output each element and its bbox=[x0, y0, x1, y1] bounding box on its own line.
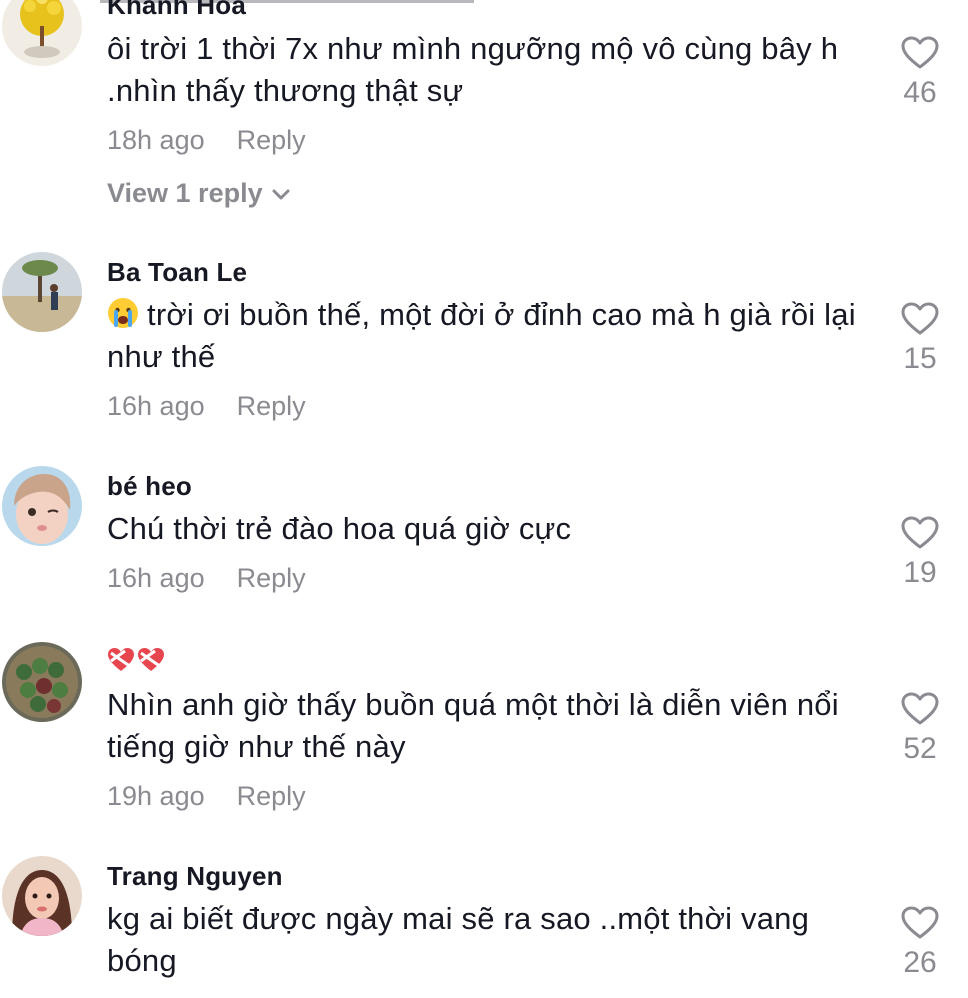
like-count: 15 bbox=[903, 342, 937, 375]
like-count: 52 bbox=[903, 732, 937, 765]
heart-outline-icon bbox=[901, 516, 939, 549]
like-count: 19 bbox=[903, 556, 937, 589]
like-button[interactable]: 46 bbox=[896, 36, 944, 110]
reply-button[interactable]: Reply bbox=[237, 563, 306, 593]
like-count: 46 bbox=[903, 76, 937, 109]
chevron-down-icon bbox=[272, 189, 290, 200]
avatar[interactable] bbox=[2, 856, 82, 936]
comment-text: Nhìn anh giờ thấy buồn quá một thời là d… bbox=[107, 687, 839, 764]
comment-meta: 19h ago Reply bbox=[107, 781, 306, 812]
heart-outline-icon bbox=[901, 906, 939, 939]
avatar[interactable] bbox=[2, 466, 82, 546]
like-count: 26 bbox=[903, 946, 937, 979]
comment-username[interactable]: Ba Toan Le bbox=[107, 257, 247, 288]
view-replies-button[interactable]: View 1 reply bbox=[107, 178, 291, 209]
comment-username[interactable]: Trang Nguyen bbox=[107, 861, 283, 892]
comment-meta: 16h ago Reply bbox=[107, 391, 306, 422]
comment-text: ôi trời 1 thời 7x như mình ngưỡng mộ vô … bbox=[107, 31, 839, 108]
avatar[interactable] bbox=[2, 642, 82, 722]
comment-time: 16h ago bbox=[107, 391, 205, 421]
comment-meta: 18h ago Reply bbox=[107, 125, 306, 156]
comment-username-emoji[interactable] bbox=[107, 647, 165, 673]
avatar[interactable] bbox=[2, 252, 82, 332]
like-button[interactable]: 26 bbox=[896, 906, 944, 980]
comment-text-content: trời ơi buồn thế, một đời ở đỉnh cao mà … bbox=[107, 297, 856, 374]
comment-username[interactable]: Khánh Hòa bbox=[107, 0, 246, 21]
view-replies-label: View 1 reply bbox=[107, 178, 263, 208]
comment-time: 16h ago bbox=[107, 563, 205, 593]
comment-time: 19h ago bbox=[107, 781, 205, 811]
reply-button[interactable]: Reply bbox=[237, 781, 306, 811]
heart-outline-icon bbox=[901, 36, 939, 69]
comment-text: Chú thời trẻ đào hoa quá giờ cực bbox=[107, 511, 572, 546]
like-button[interactable]: 15 bbox=[896, 302, 944, 376]
comment-text: trời ơi buồn thế, một đời ở đỉnh cao mà … bbox=[107, 294, 877, 378]
comment-username[interactable]: bé heo bbox=[107, 471, 192, 502]
comment-meta: 16h ago Reply bbox=[107, 563, 306, 594]
crying-face-icon bbox=[108, 298, 138, 328]
heart-ribbon-icon bbox=[108, 648, 134, 671]
comment-text: kg ai biết được ngày mai sẽ ra sao ..một… bbox=[107, 901, 810, 978]
like-button[interactable]: 19 bbox=[896, 516, 944, 590]
comment-time: 18h ago bbox=[107, 125, 205, 155]
heart-outline-icon bbox=[901, 692, 939, 725]
heart-outline-icon bbox=[901, 302, 939, 335]
like-button[interactable]: 52 bbox=[896, 692, 944, 766]
reply-button[interactable]: Reply bbox=[237, 125, 306, 155]
reply-button[interactable]: Reply bbox=[237, 391, 306, 421]
heart-ribbon-icon bbox=[138, 648, 164, 671]
avatar[interactable] bbox=[2, 0, 82, 66]
